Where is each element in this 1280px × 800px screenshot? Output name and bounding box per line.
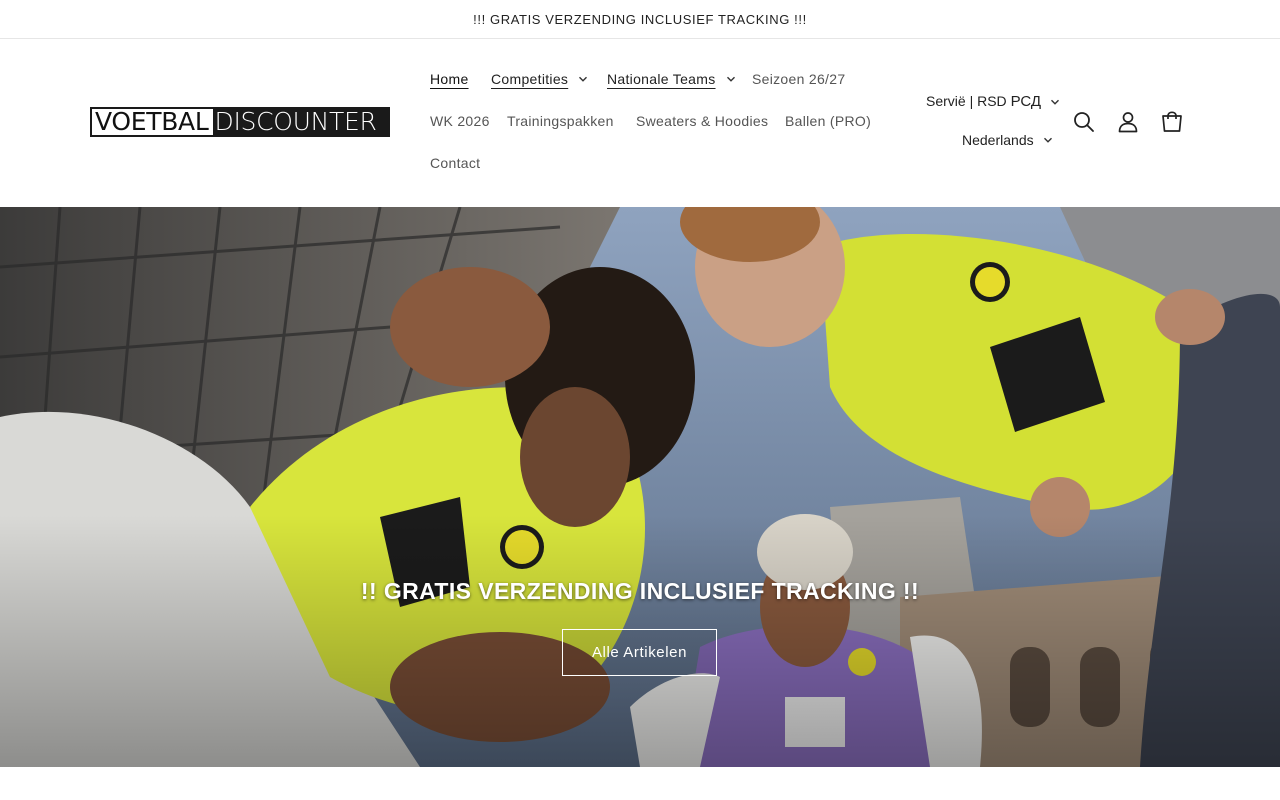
search-button[interactable] <box>1062 100 1106 144</box>
chevron-down-icon <box>1043 137 1052 143</box>
search-icon <box>1074 112 1094 132</box>
chevron-down-icon <box>579 76 588 82</box>
site-logo[interactable]: VOETBAL DISCOUNTER <box>90 107 390 137</box>
nav-wk-label: WK 2026 <box>430 113 490 129</box>
cart-button[interactable] <box>1150 100 1194 144</box>
hero-banner: !! GRATIS VERZENDING INCLUSIEF TRACKING … <box>0 207 1280 767</box>
announcement-bar: !!! GRATIS VERZENDING INCLUSIEF TRACKING… <box>0 0 1280 39</box>
hero-image <box>0 207 1280 767</box>
chevron-down-icon <box>1051 99 1060 105</box>
language-label: Nederlands <box>962 132 1034 148</box>
nav-home-label: Home <box>430 71 469 87</box>
nav-home[interactable]: Home <box>430 71 469 87</box>
country-currency-selector[interactable]: Servië | RSD РСД <box>926 93 1060 110</box>
announcement-text: !!! GRATIS VERZENDING INCLUSIEF TRACKING… <box>473 11 807 27</box>
nav-trainingspakken[interactable]: Trainingspakken <box>507 113 614 129</box>
nav-seizoen-label: Seizoen 26/27 <box>752 71 846 87</box>
nav-competities[interactable]: Competities <box>491 71 588 87</box>
nav-ballen[interactable]: Ballen (PRO) <box>785 113 871 129</box>
nav-competities-label: Competities <box>491 71 569 87</box>
logo-part-voetbal: VOETBAL <box>92 109 213 135</box>
nav-wk-2026[interactable]: WK 2026 <box>430 113 490 129</box>
nav-contact[interactable]: Contact <box>430 155 480 171</box>
country-currency-label: Servië | RSD РСД <box>926 93 1042 110</box>
hero-heading: !! GRATIS VERZENDING INCLUSIEF TRACKING … <box>360 578 920 604</box>
nav-nationale-teams-label: Nationale Teams <box>607 71 716 87</box>
nav-sweaters-label: Sweaters & Hoodies <box>636 113 769 129</box>
all-articles-button[interactable]: Alle Artikelen <box>562 629 717 676</box>
nav-seizoen[interactable]: Seizoen 26/27 <box>752 71 845 87</box>
chevron-down-icon <box>726 76 735 82</box>
account-button[interactable] <box>1106 100 1150 144</box>
cart-icon <box>1162 111 1182 132</box>
account-icon <box>1118 112 1138 133</box>
nav-sweaters-hoodies[interactable]: Sweaters & Hoodies <box>636 113 768 129</box>
site-header: VOETBAL DISCOUNTER Home Competities Nati… <box>0 39 1280 207</box>
currency-symbol: РСД <box>1010 93 1042 110</box>
nav-nationale-teams[interactable]: Nationale Teams <box>607 71 736 87</box>
nav-contact-label: Contact <box>430 155 481 171</box>
nav-trainingspakken-label: Trainingspakken <box>507 113 614 129</box>
language-selector[interactable]: Nederlands <box>962 132 1053 148</box>
logo-part-discounter: DISCOUNTER <box>212 109 388 135</box>
all-articles-button-label: Alle Artikelen <box>591 644 688 661</box>
nav-ballen-label: Ballen (PRO) <box>785 113 872 129</box>
